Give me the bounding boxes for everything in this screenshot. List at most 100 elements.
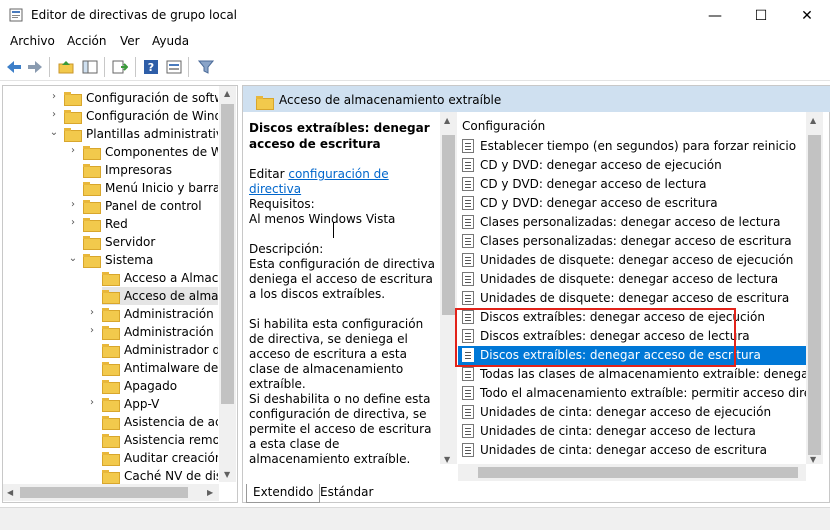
expander-chevron-icon[interactable]: ⌄ <box>68 253 78 264</box>
export-list-icon <box>112 60 128 74</box>
tree-item[interactable]: Configuración de software <box>64 89 218 107</box>
tree-item[interactable]: Configuración de Windows <box>64 107 218 125</box>
expander-chevron-icon[interactable]: › <box>68 217 78 228</box>
expander-chevron-icon[interactable]: › <box>87 325 97 336</box>
list-vertical-scroll-thumb[interactable] <box>808 135 821 455</box>
description-paragraph-2: Si habilita esta configuración de direct… <box>249 317 424 391</box>
policy-title: Discos extraíbles: denegar acceso de esc… <box>249 121 430 151</box>
scroll-down-icon[interactable]: ▼ <box>444 455 450 464</box>
description-vertical-scroll-thumb[interactable] <box>442 135 455 315</box>
policy-setting-row[interactable]: Todas las clases de almacenamiento extra… <box>458 365 806 384</box>
folder-icon <box>256 96 274 110</box>
tree-item[interactable]: Panel de control <box>83 197 218 215</box>
expander-chevron-icon[interactable]: › <box>68 199 78 210</box>
policy-setting-row[interactable]: Unidades de cinta: denegar acceso de esc… <box>458 441 806 460</box>
tree-item[interactable]: Administración de en <box>102 323 218 341</box>
close-button[interactable]: ✕ <box>784 0 830 31</box>
scroll-up-icon[interactable]: ▲ <box>224 89 230 98</box>
expander-chevron-icon[interactable]: › <box>49 91 59 102</box>
scroll-up-icon[interactable]: ▲ <box>810 116 816 125</box>
policy-setting-icon <box>462 234 474 248</box>
tree-item[interactable]: Sistema <box>83 251 218 269</box>
tree-item-label: Asistencia remota <box>124 433 218 447</box>
menu-archivo[interactable]: Archivo <box>10 34 55 48</box>
policy-setting-row[interactable]: Unidades de cinta: denegar acceso de lec… <box>458 422 806 441</box>
tab-extendido[interactable]: Extendido <box>246 484 321 503</box>
properties-button[interactable] <box>165 58 183 76</box>
scroll-left-icon[interactable]: ◀ <box>7 488 13 497</box>
policy-setting-row[interactable]: Unidades de disquete: denegar acceso de … <box>458 251 806 270</box>
tree-item[interactable]: Asistencia remota <box>102 431 218 449</box>
maximize-button[interactable]: ☐ <box>738 0 784 31</box>
policy-setting-row[interactable]: CD y DVD: denegar acceso de ejecución <box>458 156 806 175</box>
tree-item[interactable]: Apagado <box>102 377 218 395</box>
tree-item[interactable]: Menú Inicio y barra de tar <box>83 179 218 197</box>
policy-setting-row[interactable]: CD y DVD: denegar acceso de escritura <box>458 194 806 213</box>
forward-icon <box>28 61 42 73</box>
tree-item[interactable]: Antimalware de inicio <box>102 359 218 377</box>
minimize-button[interactable]: — <box>692 0 738 31</box>
policy-setting-row[interactable]: Unidades de disquete: denegar acceso de … <box>458 289 806 308</box>
tree-item[interactable]: Acceso a Almacenam <box>102 269 218 287</box>
expander-chevron-icon[interactable]: › <box>87 307 97 318</box>
up-folder-button[interactable] <box>57 58 75 76</box>
tree-item[interactable]: Servidor <box>83 233 218 251</box>
tree-item[interactable]: App-V <box>102 395 218 413</box>
policy-setting-label: Unidades de cinta: denegar acceso de eje… <box>480 405 772 419</box>
tree-item[interactable]: Red <box>83 215 218 233</box>
scroll-down-icon[interactable]: ▼ <box>810 455 816 464</box>
tree-horizontal-scroll-thumb[interactable] <box>20 487 188 498</box>
expander-chevron-icon[interactable]: › <box>49 109 59 120</box>
menu-ayuda[interactable]: Ayuda <box>152 34 189 48</box>
highlight-box <box>455 308 736 367</box>
show-hide-tree-button[interactable] <box>81 58 99 76</box>
folder-icon <box>102 308 120 322</box>
back-button[interactable] <box>5 58 23 76</box>
filter-button[interactable] <box>197 58 215 76</box>
tree-item-label: Administración de en <box>124 325 218 339</box>
scroll-up-icon[interactable]: ▲ <box>444 116 450 125</box>
policy-setting-row[interactable]: Unidades de disquete: denegar acceso de … <box>458 270 806 289</box>
menu-ver[interactable]: Ver <box>120 34 140 48</box>
policy-setting-icon <box>462 291 474 305</box>
tree-item[interactable]: Plantillas administrativas <box>64 125 218 143</box>
tree-item-label: Servidor <box>105 235 156 249</box>
expander-chevron-icon[interactable]: › <box>87 397 97 408</box>
help-icon: ? <box>144 60 158 74</box>
help-button[interactable]: ? <box>142 58 160 76</box>
tree-item[interactable]: Acceso de almacenan <box>102 287 218 305</box>
tree-item[interactable]: Asistencia de acceso o <box>102 413 218 431</box>
tree-item[interactable]: Caché NV de disco <box>102 467 218 485</box>
list-column-header[interactable]: Configuración <box>462 119 545 133</box>
tree-item[interactable]: Auditar creación de p <box>102 449 218 467</box>
tree-item[interactable]: Administrador del ser <box>102 341 218 359</box>
minimize-icon: — <box>708 7 722 24</box>
tab-estandar[interactable]: Estándar <box>314 484 379 503</box>
tree-item[interactable]: Componentes de Window <box>83 143 218 161</box>
policy-setting-row[interactable]: Establecer tiempo (en segundos) para for… <box>458 137 806 156</box>
menu-accion[interactable]: Acción <box>67 34 106 48</box>
scroll-down-icon[interactable]: ▼ <box>224 470 230 479</box>
tree-item[interactable]: Administración de co <box>102 305 218 323</box>
tree-item[interactable]: Impresoras <box>83 161 218 179</box>
tree-item-label: App-V <box>124 397 160 411</box>
folder-icon <box>83 200 101 214</box>
policy-setting-label: CD y DVD: denegar acceso de lectura <box>480 177 707 191</box>
folder-icon <box>102 416 120 430</box>
requirements-value: Al menos Windows Vista <box>249 212 396 226</box>
tree-vertical-scroll-thumb[interactable] <box>221 104 234 404</box>
folder-icon <box>83 182 101 196</box>
list-horizontal-scroll-thumb[interactable] <box>478 467 798 478</box>
folder-icon <box>64 110 82 124</box>
policy-setting-row[interactable]: CD y DVD: denegar acceso de lectura <box>458 175 806 194</box>
policy-setting-row[interactable]: Clases personalizadas: denegar acceso de… <box>458 232 806 251</box>
expander-chevron-icon[interactable]: › <box>68 145 78 156</box>
expander-chevron-icon[interactable]: ⌄ <box>49 127 59 138</box>
forward-button[interactable] <box>26 58 44 76</box>
policy-setting-row[interactable]: Todo el almacenamiento extraíble: permit… <box>458 384 806 403</box>
policy-setting-row[interactable]: Clases personalizadas: denegar acceso de… <box>458 213 806 232</box>
policy-setting-row[interactable]: Unidades de cinta: denegar acceso de eje… <box>458 403 806 422</box>
export-list-button[interactable] <box>111 58 129 76</box>
scroll-right-icon[interactable]: ▶ <box>207 488 213 497</box>
policy-setting-icon <box>462 443 474 457</box>
